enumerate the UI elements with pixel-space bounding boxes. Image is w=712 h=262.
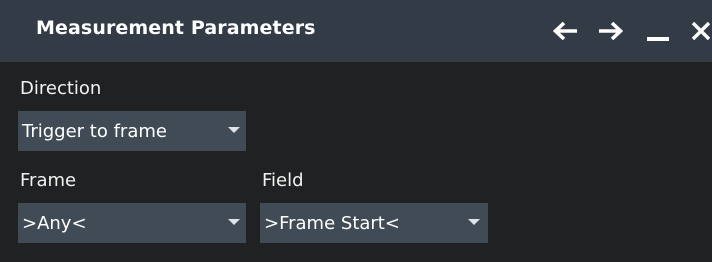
direction-label: Direction bbox=[20, 78, 102, 99]
field-dropdown[interactable]: >Frame Start< bbox=[260, 203, 488, 243]
arrow-left-icon bbox=[553, 21, 577, 41]
chevron-down-icon bbox=[468, 219, 480, 225]
frame-label: Frame bbox=[20, 170, 77, 191]
close-button[interactable] bbox=[684, 14, 712, 48]
field-selected-value: >Frame Start< bbox=[264, 213, 400, 234]
frame-selected-value: >Any< bbox=[22, 213, 87, 234]
chevron-down-icon bbox=[228, 219, 240, 225]
close-icon bbox=[691, 21, 711, 41]
chevron-down-icon bbox=[228, 127, 240, 133]
measurement-parameters-dialog: Measurement Parameters Direction Trigger… bbox=[0, 0, 712, 262]
back-button[interactable] bbox=[549, 14, 583, 48]
minimize-icon bbox=[647, 37, 669, 41]
direction-selected-value: Trigger to frame bbox=[22, 121, 167, 142]
dialog-titlebar: Measurement Parameters bbox=[0, 0, 712, 62]
frame-dropdown[interactable]: >Any< bbox=[18, 203, 246, 243]
forward-button[interactable] bbox=[593, 14, 627, 48]
dialog-title: Measurement Parameters bbox=[36, 17, 316, 39]
arrow-right-icon bbox=[599, 21, 623, 41]
direction-dropdown[interactable]: Trigger to frame bbox=[18, 111, 246, 151]
field-label: Field bbox=[262, 170, 304, 191]
minimize-button[interactable] bbox=[641, 14, 675, 48]
